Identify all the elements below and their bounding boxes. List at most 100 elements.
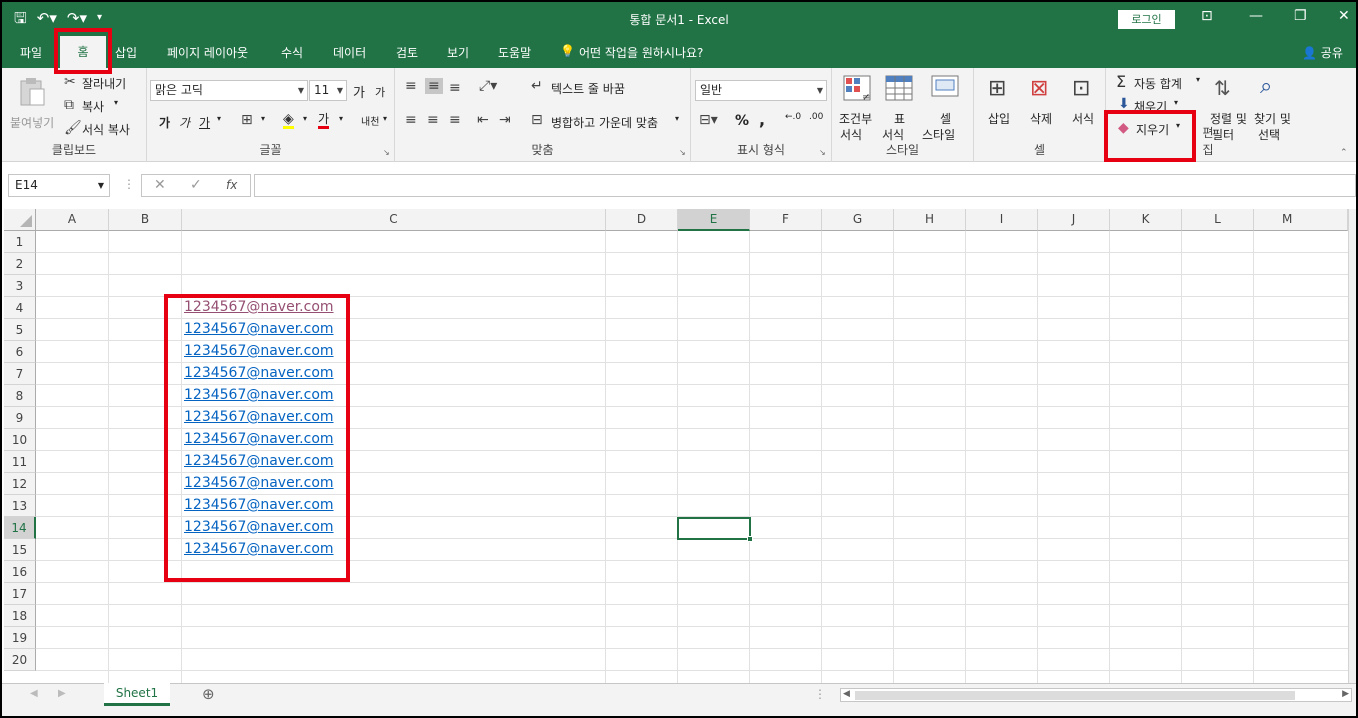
grow-font-button[interactable]: 가: [353, 82, 365, 101]
sheet-tab-sheet1[interactable]: Sheet1: [104, 683, 170, 706]
chevron-down-icon[interactable]: ▾: [339, 114, 343, 123]
cut-button[interactable]: 잘라내기: [82, 75, 126, 92]
row-header-3[interactable]: 3: [4, 275, 36, 297]
align-bottom-icon[interactable]: ≡: [449, 80, 461, 96]
horizontal-scrollbar[interactable]: ◀ ▶: [840, 688, 1352, 702]
percent-button[interactable]: %: [735, 113, 749, 129]
row-header-10[interactable]: 10: [4, 429, 36, 451]
align-middle-icon[interactable]: ≡: [425, 78, 443, 94]
copy-button[interactable]: 복사: [82, 98, 104, 115]
row-header-19[interactable]: 19: [4, 627, 36, 649]
scroll-thumb[interactable]: [855, 691, 1295, 700]
row-header-6[interactable]: 6: [4, 341, 36, 363]
scroll-right-icon[interactable]: ▶: [1342, 689, 1349, 699]
insert-function-button[interactable]: fx: [226, 178, 237, 192]
column-header-e[interactable]: E: [678, 209, 750, 231]
row-header-9[interactable]: 9: [4, 407, 36, 429]
row-header-5[interactable]: 5: [4, 319, 36, 341]
find-select-label-2[interactable]: 선택: [1258, 126, 1280, 143]
insert-cells-button[interactable]: 삽입: [988, 110, 1010, 127]
wrap-text-button[interactable]: 텍스트 줄 바꿈: [551, 80, 625, 97]
row-header-16[interactable]: 16: [4, 561, 36, 583]
dialog-launcher-icon[interactable]: ↘: [819, 148, 826, 157]
add-sheet-icon[interactable]: ⊕: [202, 685, 215, 703]
ribbon-display-icon[interactable]: ⊡: [1201, 8, 1213, 24]
align-center-icon[interactable]: ≡: [427, 112, 439, 128]
chevron-down-icon[interactable]: ▾: [303, 114, 307, 123]
font-color-button[interactable]: 가: [318, 112, 330, 129]
fill-handle[interactable]: [747, 536, 753, 542]
tab-data[interactable]: 데이터: [333, 44, 366, 61]
dialog-launcher-icon[interactable]: ↘: [679, 148, 686, 157]
shrink-font-button[interactable]: 가: [375, 84, 385, 100]
underline-button[interactable]: 가: [199, 114, 210, 131]
column-header-f[interactable]: F: [750, 209, 822, 231]
next-sheet-icon[interactable]: ▶: [58, 688, 66, 699]
cell-styles-icon[interactable]: [930, 74, 962, 104]
fill-color-icon[interactable]: ◈: [283, 112, 294, 129]
column-header-g[interactable]: G: [822, 209, 894, 231]
font-name-combo[interactable]: 맑은 고딕 ▼: [150, 80, 308, 101]
tab-file[interactable]: 파일: [20, 44, 42, 61]
prev-sheet-icon[interactable]: ◀: [30, 688, 38, 699]
decrease-indent-icon[interactable]: ⇤: [477, 112, 489, 128]
column-header-l[interactable]: L: [1182, 209, 1254, 231]
selected-cell-e14[interactable]: [677, 517, 753, 542]
column-header-j[interactable]: J: [1038, 209, 1110, 231]
cancel-icon[interactable]: ✕: [154, 177, 166, 193]
paste-button[interactable]: 붙여넣기: [8, 74, 56, 134]
conditional-format-icon[interactable]: ≠: [842, 74, 874, 104]
row-header-12[interactable]: 12: [4, 473, 36, 495]
find-select-label-1[interactable]: 찾기 및: [1254, 110, 1291, 127]
tab-help[interactable]: 도움말: [498, 44, 531, 61]
name-box[interactable]: E14 ▼: [8, 174, 110, 197]
close-icon[interactable]: ✕: [1338, 8, 1350, 24]
check-icon[interactable]: ✓: [190, 177, 202, 193]
vertical-scrollbar[interactable]: [1348, 209, 1356, 683]
tab-page-layout[interactable]: 페이지 레이아웃: [167, 44, 248, 61]
row-header-2[interactable]: 2: [4, 253, 36, 275]
column-header-h[interactable]: H: [894, 209, 966, 231]
decrease-decimal-icon[interactable]: .00: [809, 112, 823, 122]
format-painter-button[interactable]: 서식 복사: [82, 121, 130, 138]
minimize-icon[interactable]: —: [1249, 8, 1263, 24]
collapse-ribbon-icon[interactable]: ⌃: [1340, 148, 1348, 158]
dialog-launcher-icon[interactable]: ↘: [383, 148, 390, 157]
login-button[interactable]: 로그인: [1118, 10, 1175, 29]
row-header-14[interactable]: 14: [4, 517, 36, 539]
chevron-down-icon[interactable]: ▾: [675, 114, 679, 123]
phonetic-button[interactable]: 내천: [361, 113, 379, 128]
select-all-button[interactable]: [4, 209, 36, 231]
increase-indent-icon[interactable]: ⇥: [499, 112, 511, 128]
format-cells-icon[interactable]: ⊡: [1072, 76, 1090, 101]
tab-formulas[interactable]: 수식: [281, 44, 303, 61]
row-header-1[interactable]: 1: [4, 231, 36, 253]
formula-input[interactable]: [254, 174, 1356, 197]
format-table-icon[interactable]: [884, 74, 916, 104]
align-left-icon[interactable]: ≡: [405, 112, 417, 128]
conditional-format-label-1[interactable]: 조건부: [839, 110, 872, 127]
tab-insert[interactable]: 삽입: [115, 44, 137, 61]
font-size-combo[interactable]: 11 ▼: [309, 80, 347, 101]
delete-cells-button[interactable]: 삭제: [1030, 110, 1052, 127]
sort-filter-icon[interactable]: ⇅: [1214, 76, 1231, 100]
format-cells-button[interactable]: 서식: [1072, 110, 1094, 127]
share-button[interactable]: 👤 공유: [1302, 44, 1343, 61]
bold-button[interactable]: 가: [159, 114, 170, 131]
tab-review[interactable]: 검토: [396, 44, 418, 61]
border-icon[interactable]: ⊞: [241, 112, 253, 128]
row-header-8[interactable]: 8: [4, 385, 36, 407]
row-header-17[interactable]: 17: [4, 583, 36, 605]
column-header-c[interactable]: C: [182, 209, 606, 231]
column-header-i[interactable]: I: [966, 209, 1038, 231]
align-right-icon[interactable]: ≡: [449, 112, 461, 128]
column-header-b[interactable]: B: [109, 209, 182, 231]
scroll-left-icon[interactable]: ◀: [843, 689, 850, 699]
chevron-down-icon[interactable]: ▾: [383, 114, 387, 123]
row-header-18[interactable]: 18: [4, 605, 36, 627]
column-header-d[interactable]: D: [606, 209, 678, 231]
chevron-down-icon[interactable]: ▾: [114, 98, 118, 107]
row-header-7[interactable]: 7: [4, 363, 36, 385]
tell-me-search[interactable]: 어떤 작업을 원하시나요?: [579, 44, 703, 61]
row-header-13[interactable]: 13: [4, 495, 36, 517]
